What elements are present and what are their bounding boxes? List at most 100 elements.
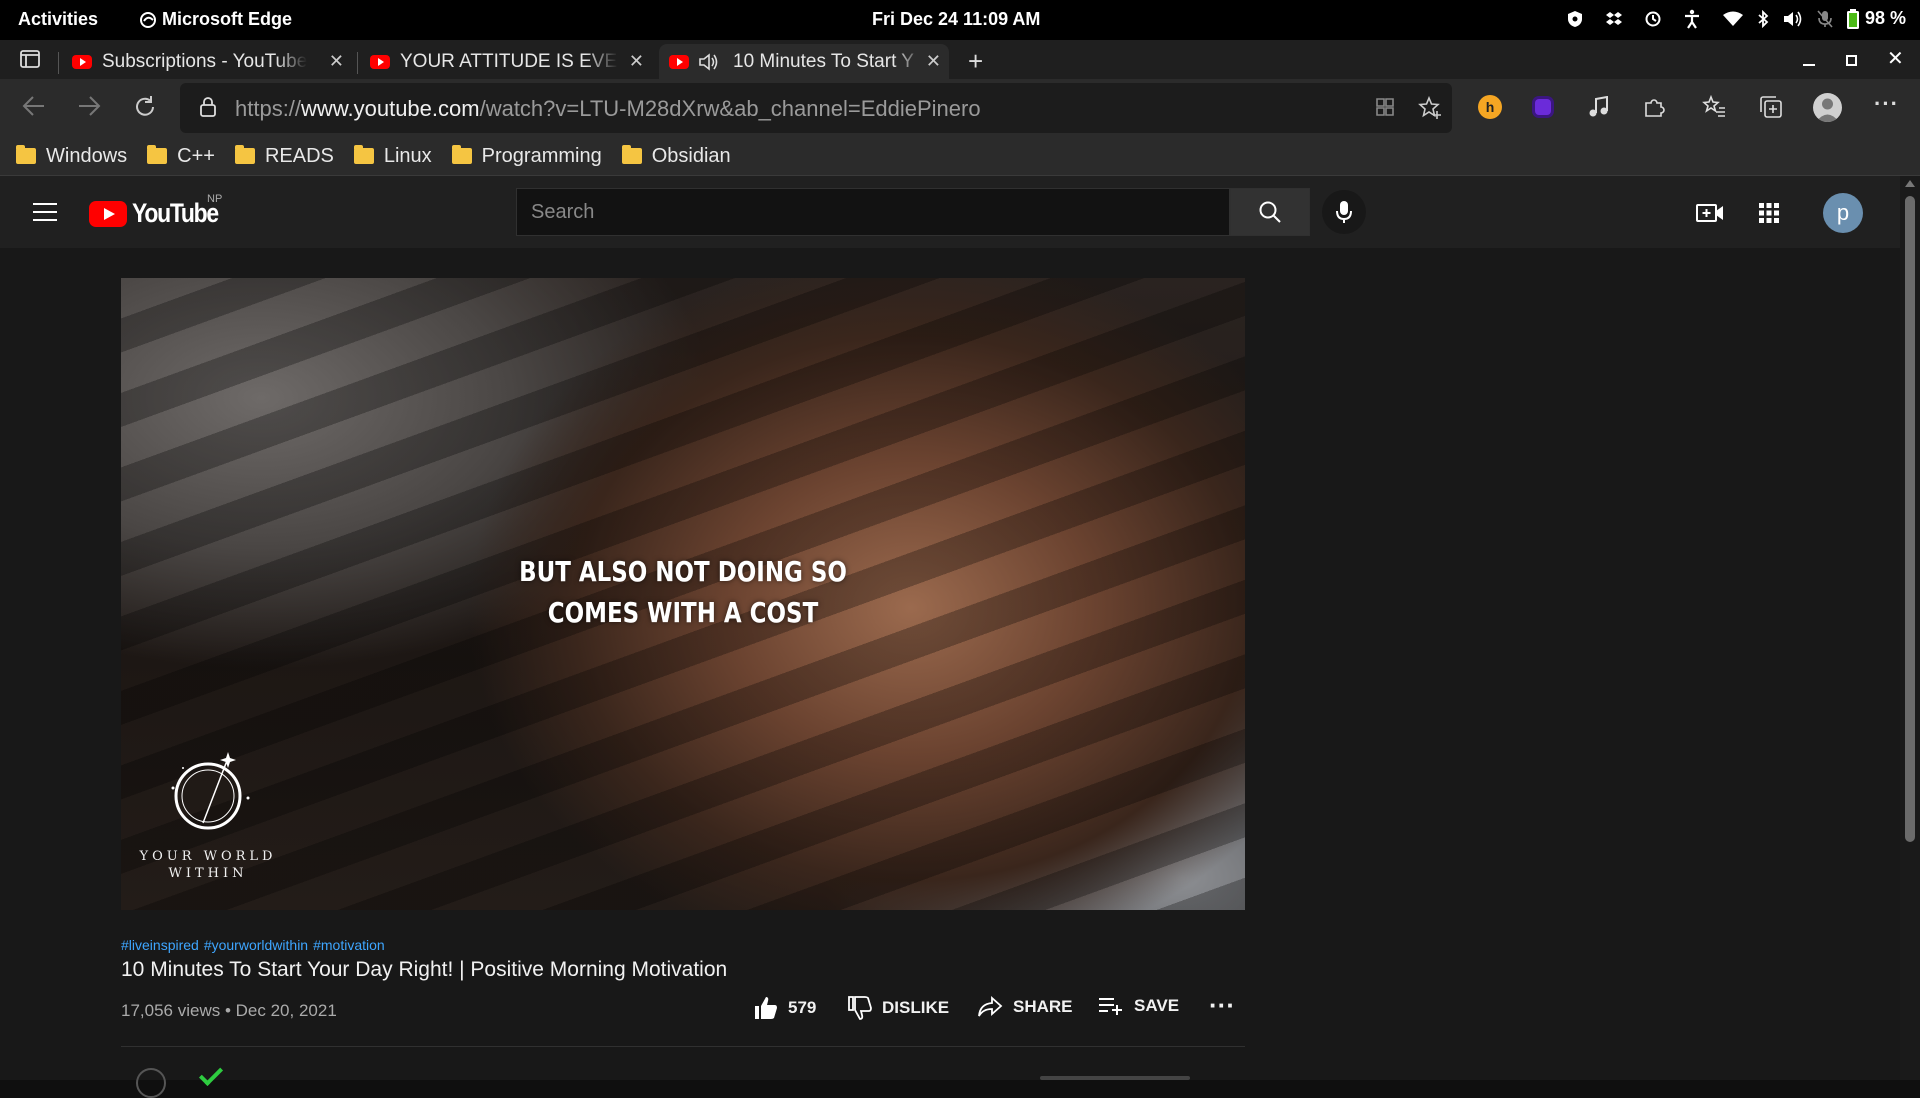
hashtags: #liveinspired #yourworldwithin #motivation: [121, 937, 390, 953]
tab-title: 10 Minutes To Start Y: [733, 50, 914, 72]
settings-menu-button[interactable]: ···: [1874, 91, 1899, 117]
music-note-icon[interactable]: [1588, 96, 1610, 118]
maximize-button[interactable]: [1846, 55, 1857, 66]
channel-avatar-partial: [136, 1068, 166, 1098]
voice-search-button[interactable]: [1322, 190, 1366, 234]
url-text[interactable]: https://www.youtube.com/watch?v=LTU-M28d…: [235, 96, 981, 122]
channel-watermark: YOUR WORLD WITHIN: [133, 738, 283, 882]
folder-icon: [621, 145, 642, 164]
playlist-add-icon: [1099, 998, 1122, 1015]
activities-button[interactable]: Activities: [18, 9, 98, 30]
scroll-up-arrow-icon[interactable]: [1905, 180, 1915, 187]
search-input[interactable]: [517, 189, 1229, 235]
back-button[interactable]: [22, 95, 46, 117]
search-button[interactable]: [1230, 188, 1310, 236]
tab-subscriptions[interactable]: Subscriptions - YouTube ✕: [72, 44, 352, 79]
save-button[interactable]: SAVE: [1098, 996, 1179, 1016]
bookmarks-bar: Windows C++ READS Linux Programming Obsi…: [0, 137, 1920, 175]
scrollbar-thumb[interactable]: [1905, 196, 1915, 842]
tab-attitude[interactable]: YOUR ATTITUDE IS EVER ✕: [370, 44, 652, 79]
more-actions-button[interactable]: ···: [1209, 990, 1235, 1021]
app-available-icon[interactable]: [1375, 97, 1395, 117]
refresh-button[interactable]: [133, 95, 157, 119]
share-button[interactable]: SHARE: [977, 996, 1073, 1018]
folder-icon: [451, 145, 472, 164]
minimize-button[interactable]: [1803, 64, 1815, 66]
forward-arrow-icon: [79, 96, 101, 116]
page-scrollbar[interactable]: [1900, 176, 1920, 1080]
bookmark-folder-programming[interactable]: Programming: [451, 137, 602, 175]
bookmark-folder-windows[interactable]: Windows: [16, 137, 127, 175]
your-world-within-logo: [171, 752, 250, 830]
tab-title: YOUR ATTITUDE IS EVER: [400, 50, 618, 72]
extension-honey-icon[interactable]: h: [1478, 95, 1502, 119]
folder-icon: [16, 145, 36, 164]
youtube-play-logo-icon: [89, 200, 127, 227]
extensions-puzzle-icon[interactable]: [1643, 96, 1665, 118]
verified-check-partial: [198, 1061, 224, 1087]
bookmark-folder-reads[interactable]: READS: [234, 137, 334, 175]
bookmark-folder-obsidian[interactable]: Obsidian: [621, 137, 731, 175]
dislike-button[interactable]: DISLIKE: [848, 996, 949, 1020]
dropbox-icon: [1605, 11, 1622, 25]
folder-icon: [353, 145, 374, 164]
tab-title: Subscriptions - YouTube: [102, 50, 308, 72]
system-tray[interactable]: 98 %: [1567, 8, 1906, 29]
favorites-icon[interactable]: [1702, 95, 1726, 117]
address-bar[interactable]: https://www.youtube.com/watch?v=LTU-M28d…: [180, 83, 1452, 133]
app-menu[interactable]: Microsoft Edge: [140, 9, 292, 30]
thumbs-down-icon: [848, 996, 872, 1020]
lock-icon[interactable]: [200, 97, 216, 117]
clock[interactable]: Fri Dec 24 11:09 AM: [872, 9, 1040, 30]
volume-icon: [1783, 11, 1802, 26]
system-top-bar: Activities Microsoft Edge Fri Dec 24 11:…: [0, 0, 1920, 40]
battery-icon: [1846, 8, 1859, 29]
close-tab-icon[interactable]: ✕: [926, 51, 941, 72]
close-tab-icon[interactable]: ✕: [629, 51, 644, 72]
account-avatar[interactable]: p: [1823, 193, 1863, 233]
microphone-icon: [1336, 201, 1352, 223]
hashtag-link[interactable]: #yourworldwithin: [204, 937, 308, 953]
collections-icon[interactable]: [1759, 95, 1783, 119]
accessibility-icon: [1684, 9, 1699, 29]
video-title: 10 Minutes To Start Your Day Right! | Po…: [121, 958, 728, 981]
audio-playing-icon: [699, 52, 718, 71]
profile-avatar[interactable]: [1813, 93, 1842, 122]
video-info: 17,056 views • Dec 20, 2021: [121, 1001, 337, 1020]
watermark-text-line1: YOUR WORLD: [139, 849, 277, 864]
refresh-icon: [136, 96, 154, 116]
forward-button[interactable]: [77, 95, 101, 117]
new-tab-button[interactable]: +: [968, 46, 983, 77]
tab-10-minutes[interactable]: 10 Minutes To Start Y ✕: [659, 44, 949, 79]
tab-actions-button[interactable]: [20, 50, 40, 68]
wifi-icon: [1722, 11, 1743, 26]
search-box[interactable]: [516, 188, 1230, 236]
video-caption-line2: COMES WITH A COST: [547, 596, 819, 629]
folder-icon: [147, 145, 168, 164]
hamburger-menu-icon[interactable]: [33, 202, 57, 222]
hashtag-link[interactable]: #liveinspired: [121, 937, 199, 953]
apps-grid-icon[interactable]: [1759, 203, 1779, 223]
bookmark-folder-linux[interactable]: Linux: [353, 137, 432, 175]
youtube-header: YouTube NP p: [0, 176, 1900, 248]
youtube-page: YouTube NP p BUT ALSO NOT DOING SO COMES…: [0, 176, 1900, 1098]
thumbs-up-icon: [755, 997, 777, 1019]
add-favorite-icon[interactable]: [1418, 96, 1442, 120]
subscribe-button-partial[interactable]: [1040, 1076, 1190, 1080]
like-button[interactable]: 579: [754, 996, 816, 1020]
hashtag-link[interactable]: #motivation: [313, 937, 385, 953]
battery-percentage: 98 %: [1864, 8, 1906, 28]
extension-purple-icon[interactable]: [1535, 99, 1551, 115]
bookmark-folder-cpp[interactable]: C++: [147, 137, 215, 175]
person-icon: [1816, 98, 1839, 122]
video-player[interactable]: BUT ALSO NOT DOING SO COMES WITH A COST …: [121, 278, 1245, 910]
share-arrow-icon: [978, 996, 1003, 1017]
edge-icon: [140, 11, 156, 28]
create-video-icon[interactable]: [1696, 202, 1724, 224]
close-tab-icon[interactable]: ✕: [329, 51, 344, 72]
close-window-button[interactable]: ✕: [1887, 46, 1904, 71]
vertical-tabs-icon: [20, 50, 40, 68]
share-label: SHARE: [1013, 997, 1073, 1016]
navigation-bar: https://www.youtube.com/watch?v=LTU-M28d…: [0, 79, 1920, 137]
youtube-favicon-icon: [669, 54, 689, 69]
